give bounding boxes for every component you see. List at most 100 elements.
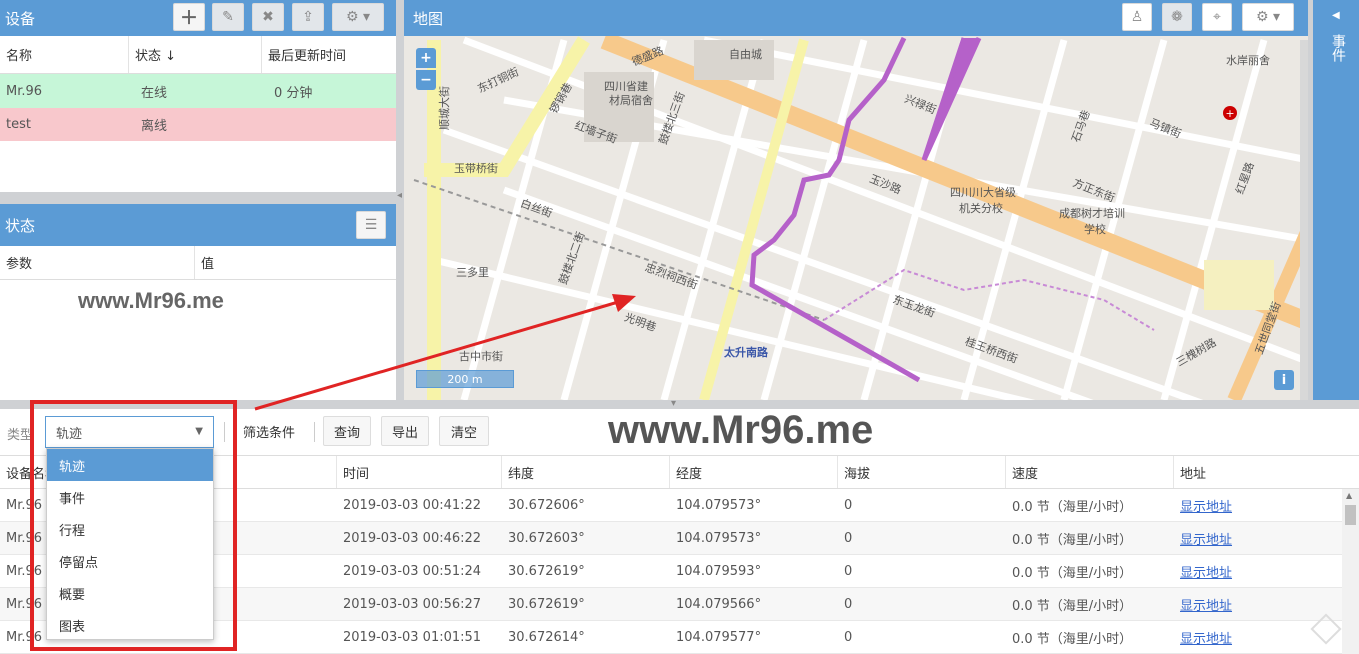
highlight-box xyxy=(30,400,237,651)
device-row[interactable]: test 离线 xyxy=(0,108,396,141)
col-param[interactable]: 参数 xyxy=(0,246,195,279)
col-lon[interactable]: 经度 xyxy=(670,456,838,488)
cell-alt: 0 xyxy=(844,596,853,612)
map-settings-button[interactable]: ⚙ ▾ xyxy=(1242,3,1294,31)
pencil-icon: ✎ xyxy=(222,9,234,25)
device-status: 在线 xyxy=(141,85,168,101)
zoom-in-button[interactable]: + xyxy=(416,48,436,68)
cell-alt: 0 xyxy=(844,497,853,513)
map-locate-button[interactable]: ⌖ xyxy=(1202,3,1232,31)
map-label: 水岸丽舍 xyxy=(1226,54,1270,67)
toolbar-divider xyxy=(314,422,315,442)
list-icon: ☰ xyxy=(364,217,378,233)
show-address-link[interactable]: 显示地址 xyxy=(1180,562,1232,581)
col-speed[interactable]: 速度 xyxy=(1006,456,1174,488)
col-lat[interactable]: 纬度 xyxy=(502,456,670,488)
device-row[interactable]: Mr.96 在线 0 分钟 xyxy=(0,74,396,108)
show-address-link[interactable]: 显示地址 xyxy=(1180,529,1232,548)
map-info-button[interactable]: i xyxy=(1274,370,1294,390)
cell-lon: 104.079593° xyxy=(676,563,762,579)
watermark-center: www.Mr96.me xyxy=(608,408,874,452)
gear-icon: ⚙ ▾ xyxy=(1255,9,1281,25)
events-sidebar-label: 事件 xyxy=(1330,34,1346,62)
col-status[interactable]: 状态 ↓ xyxy=(129,36,262,73)
devices-panel: 设备 ＋ ✎ ✖ ⇪ ⚙ ▾ 名称 状态 ↓ 最后更新时间 Mr.96 在线 0… xyxy=(0,0,396,192)
device-name: Mr.96 xyxy=(6,83,43,99)
expand-left-icon: ◀ xyxy=(1332,10,1340,21)
query-button[interactable]: 查询 xyxy=(323,416,371,446)
cell-time: 2019-03-03 00:51:24 xyxy=(343,563,482,579)
zoom-out-button[interactable]: − xyxy=(416,70,436,90)
devices-grid-header: 名称 状态 ↓ 最后更新时间 xyxy=(0,36,396,74)
device-settings-button[interactable]: ⚙ ▾ xyxy=(332,3,384,31)
col-time[interactable]: 时间 xyxy=(337,456,502,488)
cell-alt: 0 xyxy=(844,530,853,546)
cell-lat: 30.672619° xyxy=(508,596,585,612)
device-status: 离线 xyxy=(141,119,168,134)
cell-time: 2019-03-03 00:56:27 xyxy=(343,596,482,612)
filter-button[interactable]: 筛选条件 xyxy=(234,416,304,446)
state-title: 状态 xyxy=(5,216,36,235)
cell-lat: 30.672619° xyxy=(508,563,585,579)
map-panel: 地图 ♙ ❁ ⌖ ⚙ ▾ + 德盛路 自由城 四川省建 材局宿舍 东打铜街 锣锅… xyxy=(404,0,1308,400)
upload-button[interactable]: ⇪ xyxy=(292,3,324,31)
show-address-link[interactable]: 显示地址 xyxy=(1180,496,1232,515)
gear-icon: ⚙ ▾ xyxy=(345,9,371,25)
paw-icon: ❁ xyxy=(1171,9,1183,25)
state-menu-button[interactable]: ☰ xyxy=(356,211,386,239)
map-label: 机关分校 xyxy=(959,202,1003,215)
add-device-button[interactable]: ＋ xyxy=(173,3,205,31)
scroll-up-icon[interactable]: ▲ xyxy=(1346,491,1352,500)
state-panel: 状态 ☰ 参数 值 www.Mr96.me xyxy=(0,204,396,400)
scroll-thumb[interactable] xyxy=(1345,505,1356,525)
devices-title: 设备 xyxy=(5,9,36,28)
map-label: 材局宿舍 xyxy=(609,94,653,107)
scale-bar: 200 m xyxy=(416,370,514,388)
map-label: 自由城 xyxy=(729,48,762,61)
clear-button[interactable]: 清空 xyxy=(439,416,489,446)
device-updated: 0 分钟 xyxy=(274,85,313,101)
person-icon: ♙ xyxy=(1130,9,1144,25)
show-address-link[interactable]: 显示地址 xyxy=(1180,628,1232,647)
cell-lat: 30.672614° xyxy=(508,629,585,645)
cell-speed: 0.0 节（海里/小时） xyxy=(1012,565,1133,581)
cell-alt: 0 xyxy=(844,563,853,579)
map-paw-button[interactable]: ❁ xyxy=(1162,3,1192,31)
show-address-link[interactable]: 显示地址 xyxy=(1180,595,1232,614)
cell-lon: 104.079573° xyxy=(676,530,762,546)
col-alt[interactable]: 海拔 xyxy=(838,456,1006,488)
cell-time: 2019-03-03 01:01:51 xyxy=(343,629,482,645)
cell-alt: 0 xyxy=(844,629,853,645)
events-sidebar[interactable]: ◀ 事件 xyxy=(1313,0,1359,400)
export-button[interactable]: 导出 xyxy=(381,416,429,446)
col-name[interactable]: 名称 xyxy=(0,36,129,73)
report-scrollbar[interactable]: ▲ xyxy=(1342,489,1359,654)
cell-time: 2019-03-03 00:46:22 xyxy=(343,530,482,546)
upload-icon: ⇪ xyxy=(302,9,314,25)
state-header: 状态 xyxy=(0,204,396,246)
cell-lon: 104.079566° xyxy=(676,596,762,612)
delete-device-button[interactable]: ✖ xyxy=(252,3,284,31)
map-title: 地图 xyxy=(413,9,444,28)
col-updated[interactable]: 最后更新时间 xyxy=(262,36,396,73)
collapse-left-icon[interactable]: ◂ xyxy=(397,190,402,201)
cell-lon: 104.079577° xyxy=(676,629,762,645)
cell-speed: 0.0 节（海里/小时） xyxy=(1012,631,1133,647)
cell-lon: 104.079573° xyxy=(676,497,762,513)
map-label: 三多里 xyxy=(456,266,489,279)
edit-device-button[interactable]: ✎ xyxy=(212,3,244,31)
map-label: 成都树才培训 xyxy=(1059,207,1125,220)
map-label: 学校 xyxy=(1084,223,1106,236)
col-value[interactable]: 值 xyxy=(195,246,396,279)
cell-speed: 0.0 节（海里/小时） xyxy=(1012,598,1133,614)
cell-lat: 30.672606° xyxy=(508,497,585,513)
watermark-left: www.Mr96.me xyxy=(78,288,224,313)
col-address[interactable]: 地址 xyxy=(1174,456,1359,488)
crosshair-icon: ⌖ xyxy=(1213,9,1221,25)
cell-lat: 30.672603° xyxy=(508,530,585,546)
map-label: 古中市街 xyxy=(459,350,503,363)
state-grid-header: 参数 值 xyxy=(0,246,396,280)
cell-speed: 0.0 节（海里/小时） xyxy=(1012,532,1133,548)
map-person-button[interactable]: ♙ xyxy=(1122,3,1152,31)
map-scroll-right[interactable] xyxy=(1300,40,1308,400)
